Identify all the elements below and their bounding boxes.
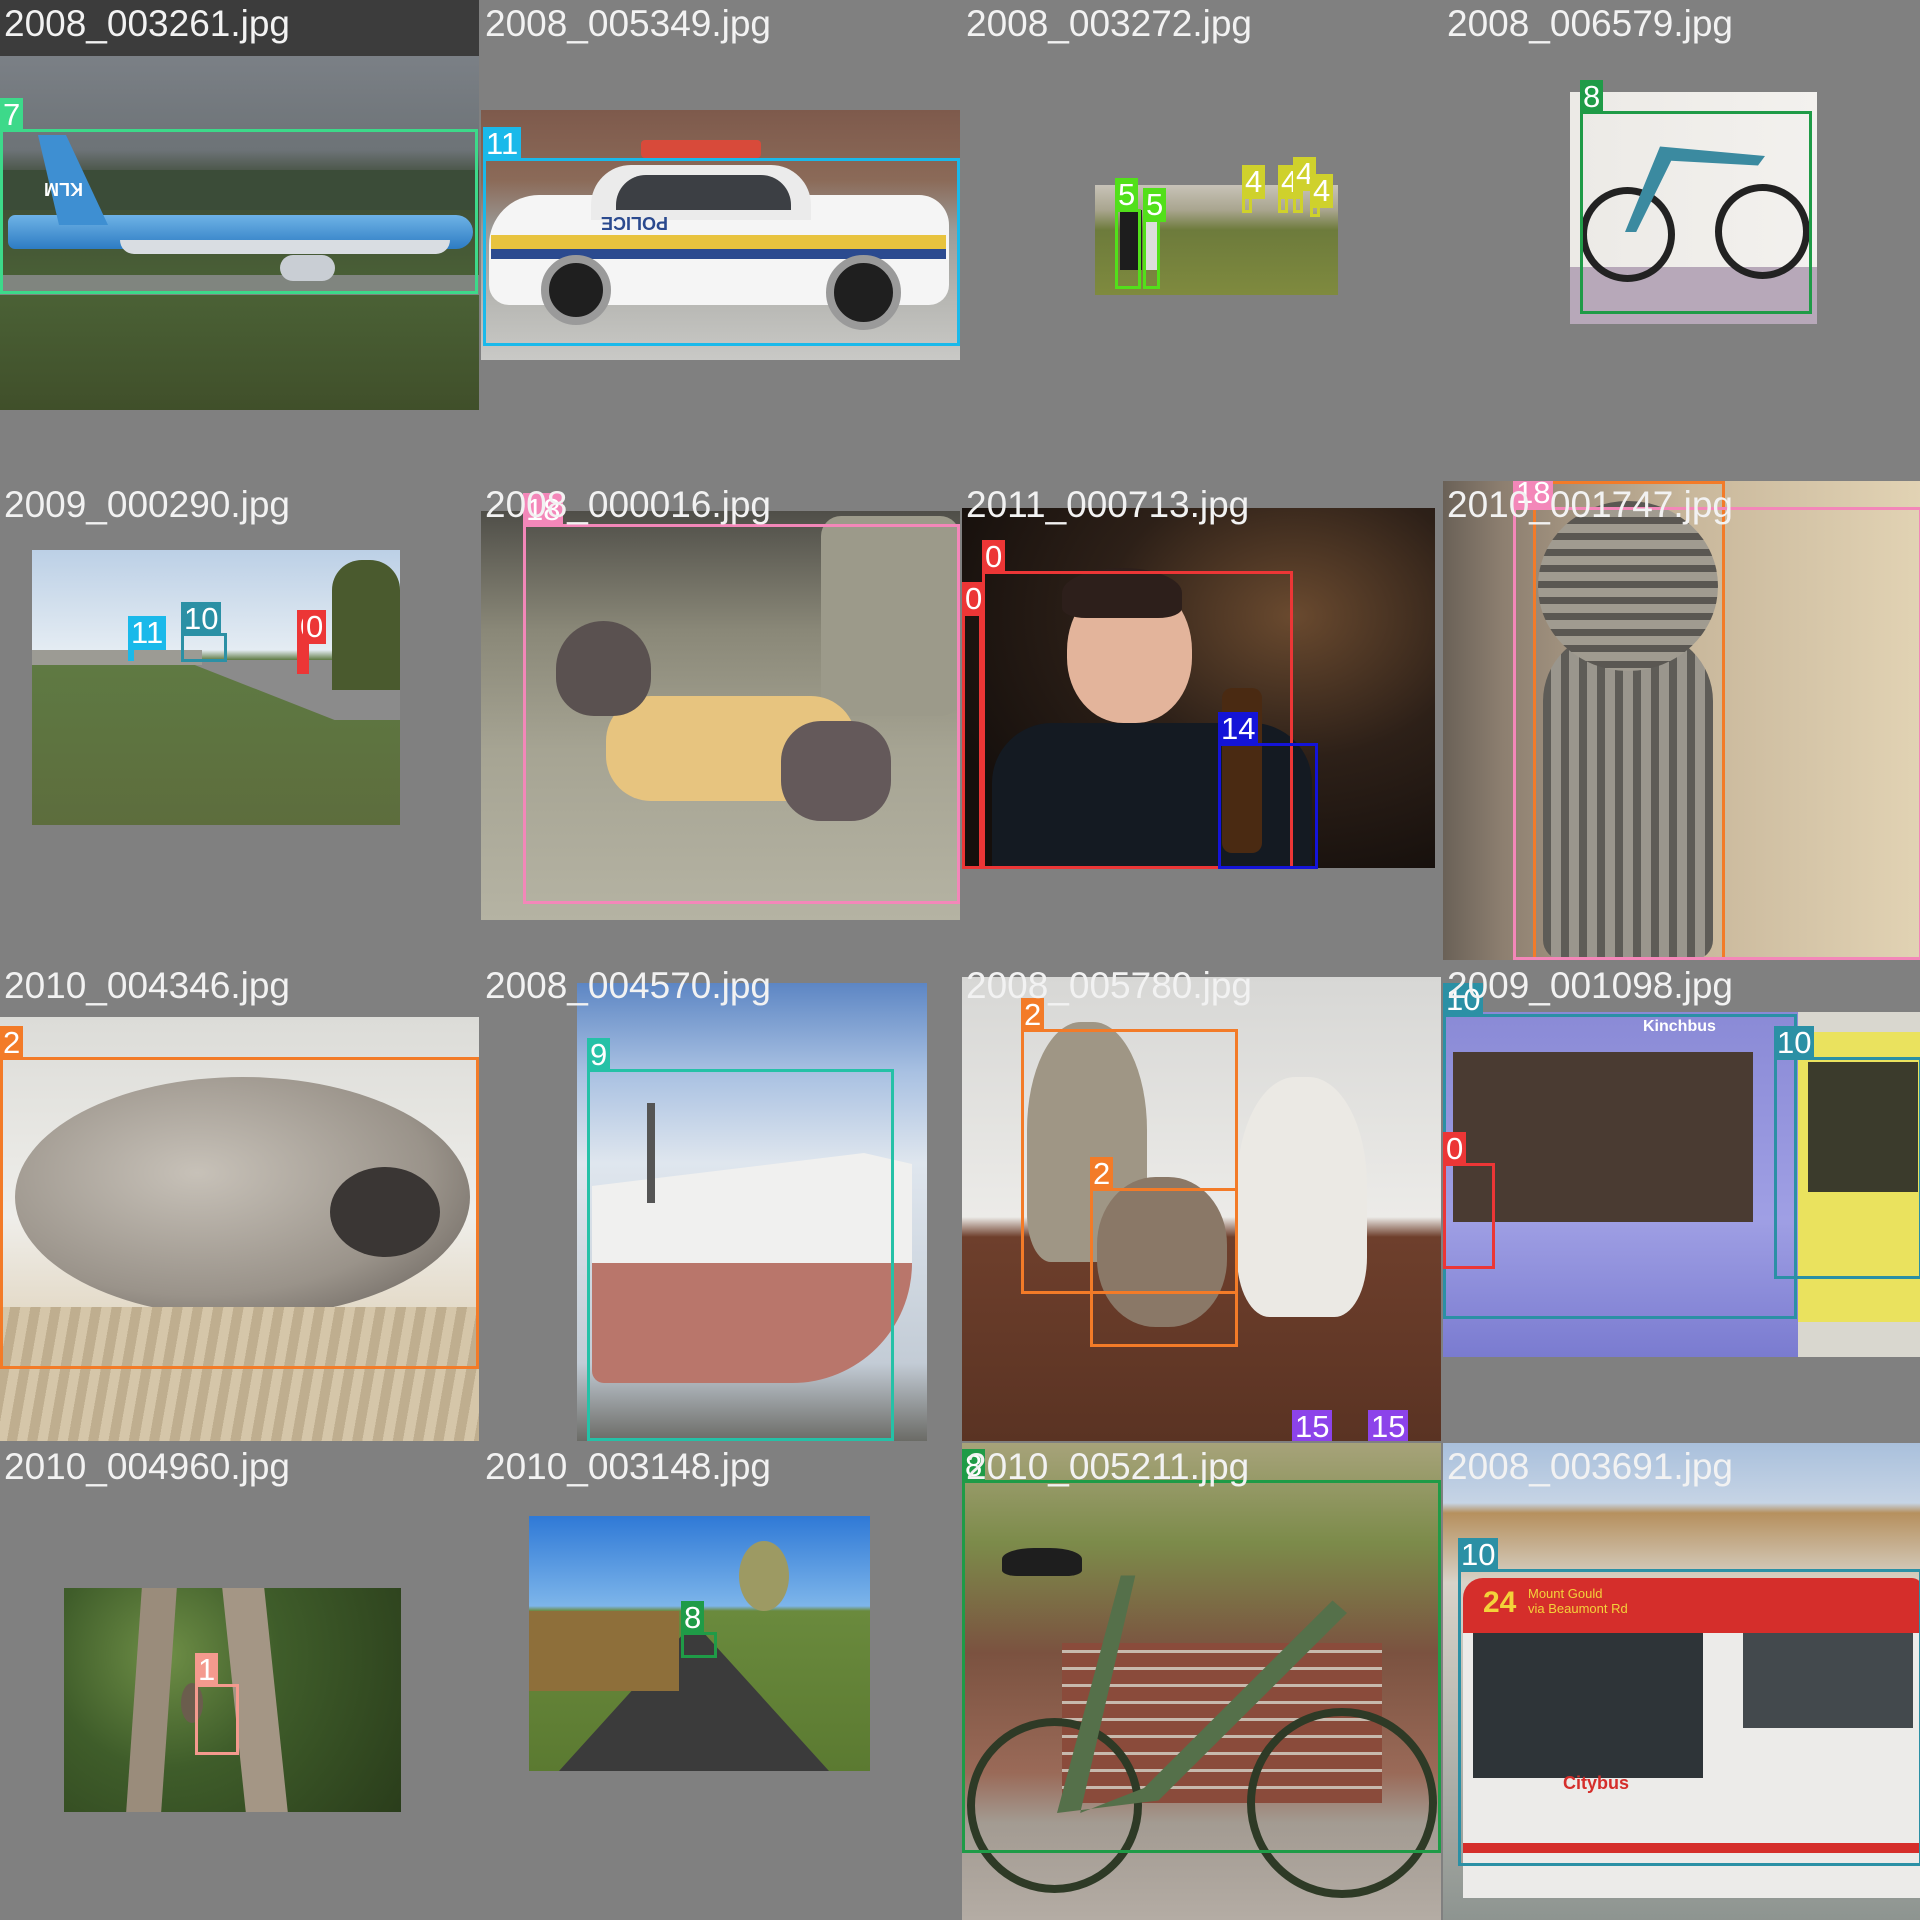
bbox-chair: 4 — [1293, 157, 1317, 213]
filename: 2008_003261.jpg — [4, 3, 291, 44]
bbox-person: 5 — [1115, 178, 1141, 289]
bbox-cat: 2 — [0, 1026, 479, 1369]
bbox-label: 4 — [1310, 174, 1334, 208]
filename: 2010_005211.jpg — [966, 1446, 1250, 1487]
bbox-label: 4 — [1242, 165, 1266, 199]
filename: 2008_003272.jpg — [966, 3, 1253, 44]
bbox-label: 1 — [195, 1653, 219, 1687]
bbox-dog: 18 — [523, 493, 960, 904]
bbox-label: 2 — [0, 1026, 24, 1060]
tile-4: 2009_000290.jpg 11 10 0 0 — [0, 481, 479, 960]
tile-6: 2011_000713.jpg 0 0 14 — [962, 481, 1441, 960]
car-lightbar — [641, 140, 761, 158]
bbox-chair: 4 — [1310, 174, 1334, 217]
bbox-label: 8 — [681, 1601, 705, 1635]
bbox-label: 2 — [1090, 1157, 1114, 1191]
bbox-label: 8 — [1580, 80, 1604, 114]
tile-9: 2008_004570.jpg 9 — [481, 962, 960, 1441]
bbox-label: 0 — [303, 610, 327, 644]
tile-11: Kinchbus 2009_001098.jpg 10 10 0 — [1443, 962, 1920, 1441]
bbox-bicycle: 8 — [962, 1449, 1441, 1853]
bbox-car: 11 — [483, 127, 960, 346]
bbox-sofa: 18 — [1513, 481, 1920, 960]
bbox-chair: 4 — [1242, 165, 1266, 213]
bbox-label: 0 — [962, 582, 986, 616]
filename: 2011_000713.jpg — [966, 484, 1250, 525]
bbox-bus: 10 — [1774, 1026, 1920, 1279]
bbox-person: 5 — [1143, 188, 1167, 289]
bbox-bus: 10 — [181, 602, 227, 662]
filename: 2010_004346.jpg — [4, 965, 291, 1006]
filename: 2008_005349.jpg — [485, 3, 772, 44]
bbox-bus: 10 — [1458, 1538, 1920, 1866]
image-mosaic: KLM 2008_003261.jpg 7 POLICE 2008_005349… — [0, 0, 1920, 1920]
bbox-car: 11 — [128, 616, 167, 661]
bbox-label: 10 — [1458, 1538, 1499, 1572]
overpass — [32, 650, 202, 665]
bbox-bicycle: 8 — [1580, 80, 1812, 314]
bbox-boat: 9 — [587, 1038, 894, 1441]
bbox-label: 15 — [1368, 1410, 1409, 1441]
bbox-label: 0 — [982, 540, 1006, 574]
filename: 2009_000290.jpg — [4, 484, 291, 525]
filename: 2008_003691.jpg — [1447, 1446, 1734, 1487]
photo-road — [32, 550, 400, 825]
filename: 2009_001098.jpg — [1447, 965, 1734, 1006]
bbox-cat: 2 — [1090, 1157, 1238, 1347]
bbox-label: 5 — [1115, 178, 1139, 212]
filename: 2010_003148.jpg — [485, 1446, 772, 1487]
hedge-left — [529, 1611, 679, 1691]
bbox-label: 14 — [1218, 712, 1259, 746]
bbox-label: 0 — [1443, 1132, 1467, 1166]
tile-14: 2010_005211.jpg 8 — [962, 1443, 1441, 1920]
bbox-label: 11 — [483, 127, 522, 161]
bbox-bottle: 14 — [1218, 712, 1318, 869]
tree-trunk-left — [126, 1588, 177, 1812]
bbox-label: 10 — [1774, 1026, 1815, 1060]
bbox-person: 0 — [1443, 1132, 1495, 1269]
tile-0: KLM 2008_003261.jpg 7 — [0, 0, 479, 479]
filename: 2010_004960.jpg — [4, 1446, 291, 1487]
bbox-aeroplane: 7 — [0, 98, 478, 294]
filename: 2008_006579.jpg — [1447, 3, 1734, 44]
tile-15: 24 Mount Gould via Beaumont Rd Citybus 2… — [1443, 1443, 1920, 1920]
bbox-bird: 1 — [195, 1653, 239, 1755]
filename: 2008_000016.jpg — [485, 484, 772, 525]
bbox-label: 15 — [1292, 1410, 1333, 1441]
bbox-bus: 10 — [1443, 983, 1797, 1319]
filename: 2008_004570.jpg — [485, 965, 772, 1006]
tile-5: 2008_000016.jpg 18 — [481, 481, 960, 960]
tile-2: 2008_003272.jpg 5 5 4 4 4 4 — [962, 0, 1441, 479]
filename: 2008_005780.jpg — [966, 965, 1253, 1006]
filename: 2010_001747.jpg — [1447, 484, 1734, 525]
bbox-label: 11 — [128, 616, 167, 650]
bbox-person: 0 — [962, 582, 986, 869]
bbox-bicycle: 8 — [681, 1601, 717, 1658]
tile-8: 2010_004346.jpg 2 — [0, 962, 479, 1441]
bbox-person: 0 — [303, 610, 327, 674]
trees-right — [332, 560, 400, 690]
cat-white — [1237, 1077, 1367, 1317]
tile-7: 2010_001747.jpg 2 18 — [1443, 481, 1920, 960]
tile-1: POLICE 2008_005349.jpg 11 — [481, 0, 960, 479]
bbox-label: 5 — [1143, 188, 1167, 222]
bbox-label: 10 — [181, 602, 222, 636]
tile-10: 2008_005780.jpg 2 2 15 15 — [962, 962, 1441, 1441]
tile-12: 2010_004960.jpg 1 — [0, 1443, 479, 1920]
tile-13: 2010_003148.jpg 8 — [481, 1443, 960, 1920]
tree — [739, 1541, 789, 1611]
bbox-chair: 4 — [1278, 165, 1302, 213]
tile-3: 2008_006579.jpg 8 — [1443, 0, 1920, 479]
bbox-label: 7 — [0, 98, 24, 132]
bbox-label: 9 — [587, 1038, 611, 1072]
